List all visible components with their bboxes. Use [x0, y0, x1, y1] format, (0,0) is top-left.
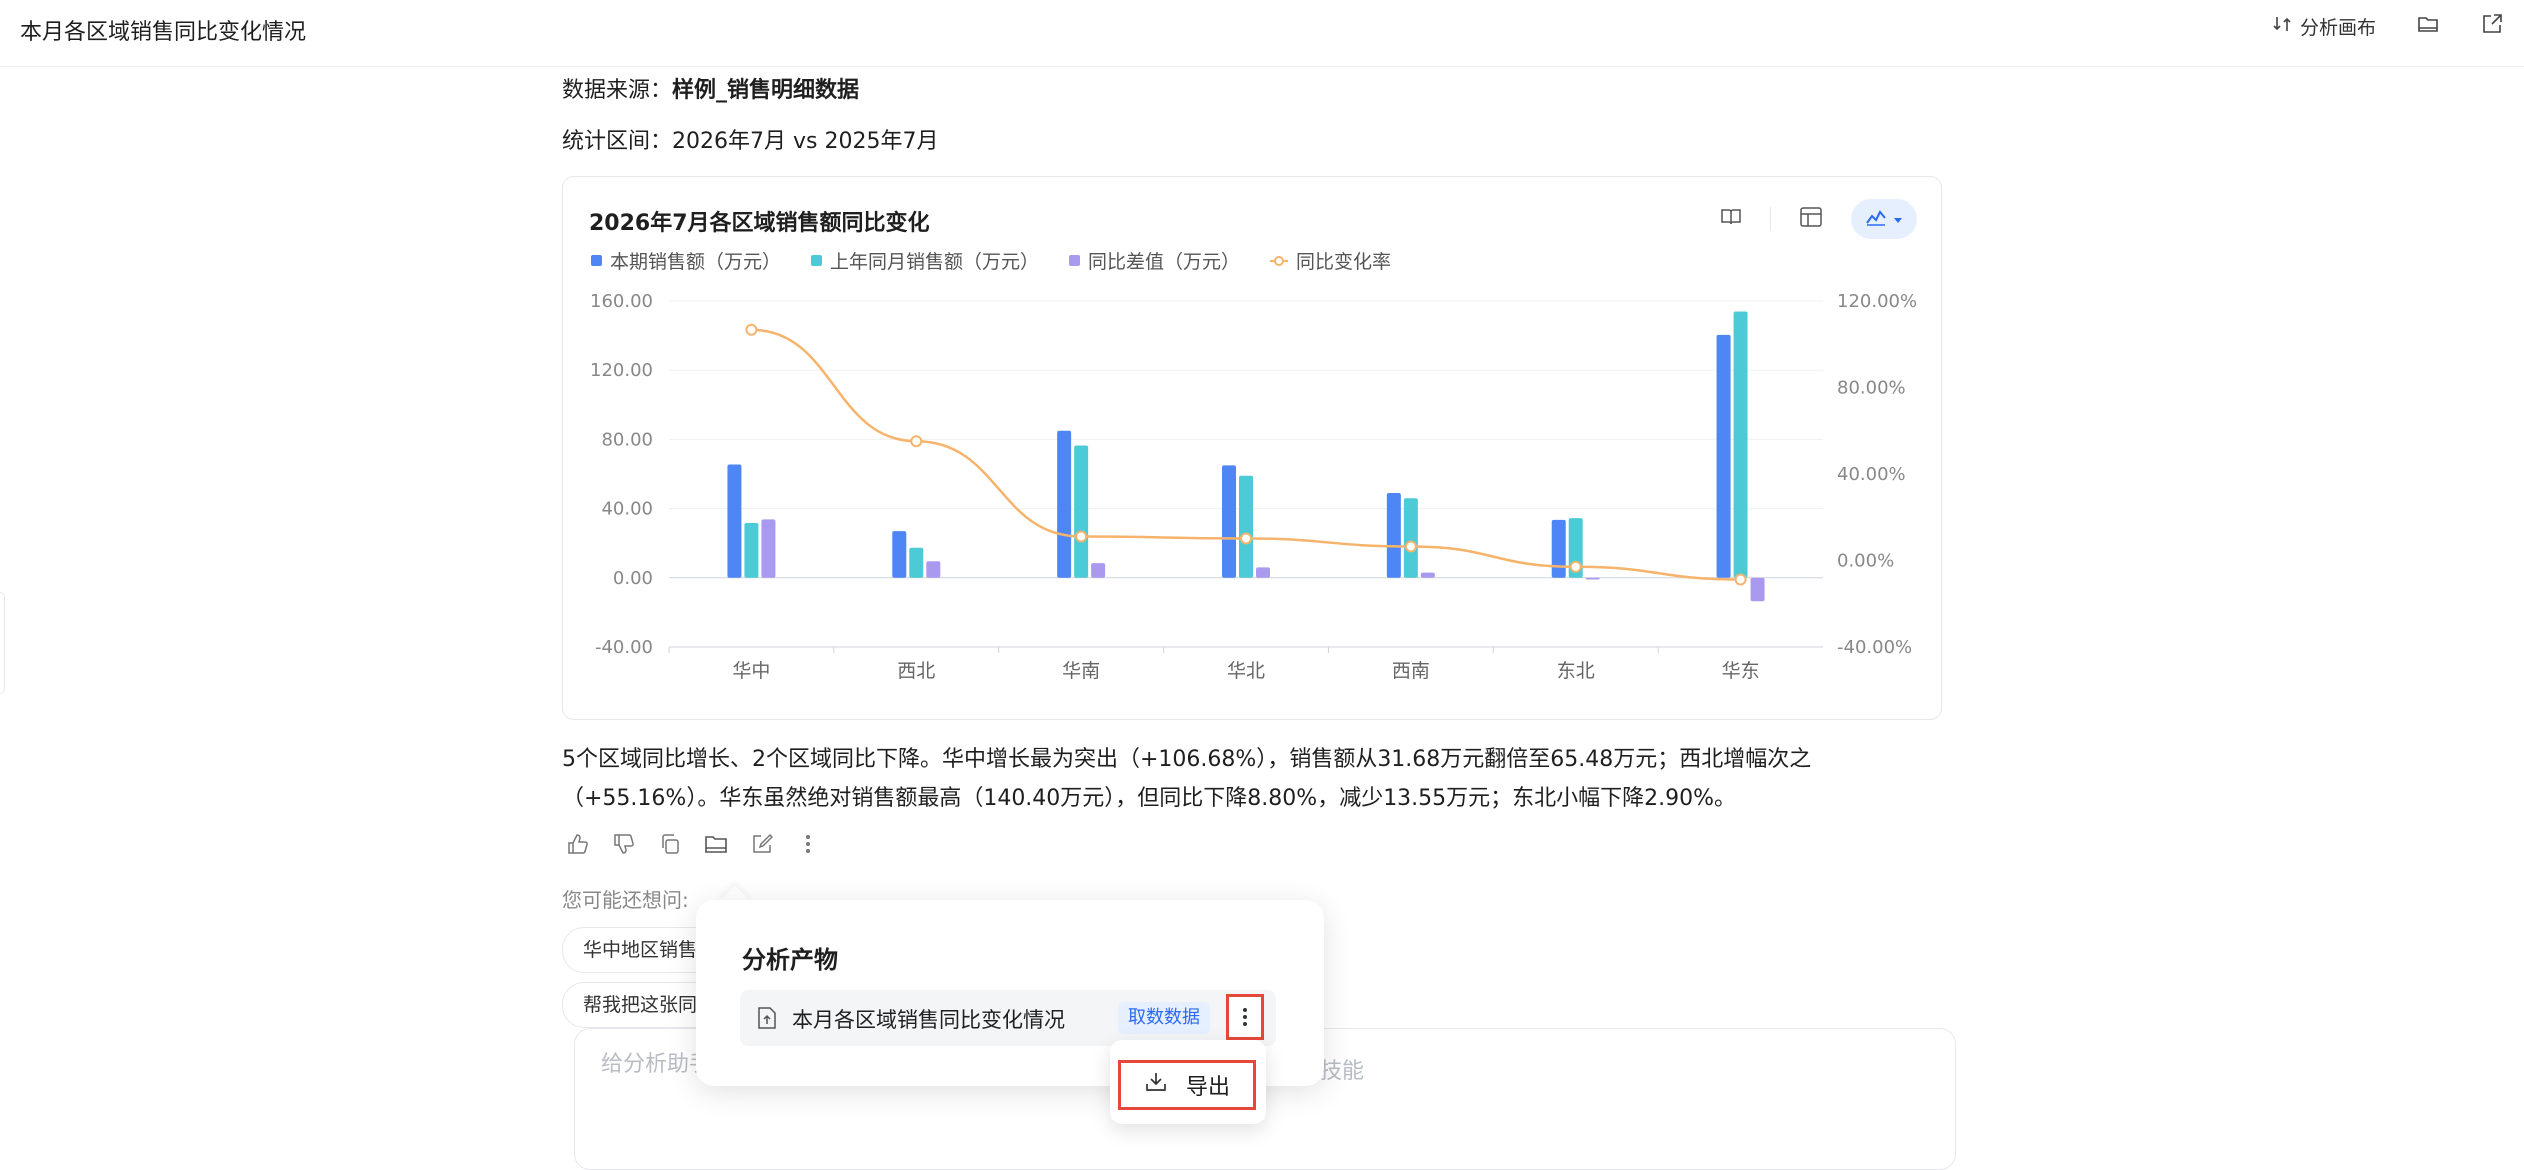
x-tick-label: 西北 — [897, 660, 935, 682]
rate-point — [1569, 560, 1582, 573]
y2-tick-label: -40.00% — [1837, 637, 1912, 658]
data-source: 数据来源：样例_销售明细数据 — [562, 78, 860, 103]
bar-current — [1386, 493, 1401, 578]
y-tick-label: -40.00 — [595, 637, 653, 658]
y2-tick-label: 120.00% — [1837, 291, 1917, 312]
suggestions-label: 您可能还想问: — [562, 888, 689, 912]
data-source-value: 样例_销售明细数据 — [672, 78, 860, 103]
bar-last-year — [744, 522, 759, 578]
edit-icon[interactable] — [750, 832, 774, 856]
analysis-canvas-button[interactable]: 分析画布 — [2272, 13, 2376, 40]
bar-last-year — [909, 547, 924, 578]
rate-point — [1404, 540, 1417, 553]
bar-last-year — [1403, 498, 1418, 578]
bar-diff — [1420, 572, 1435, 578]
artifact-tag: 取数数据 — [1118, 1002, 1210, 1034]
rate-point — [910, 435, 923, 448]
y-tick-label: 80.00 — [601, 429, 653, 450]
export-menu-item[interactable]: 导出 — [1118, 1060, 1256, 1110]
more-vertical-icon — [1243, 1008, 1247, 1026]
export-label: 导出 — [1185, 1075, 1230, 1100]
bar-diff — [1585, 577, 1600, 580]
bar-last-year — [1733, 311, 1748, 578]
artifact-name: 本月各区域销售同比变化情况 — [792, 1008, 1065, 1032]
x-tick-label: 华中 — [732, 660, 770, 682]
thumbs-down-icon[interactable] — [612, 832, 636, 856]
chart-plot: 160.00 120.00 80.00 40.00 0.00 -40.00 120.00% 8… — [590, 291, 1917, 682]
open-external-icon[interactable] — [2480, 12, 2504, 40]
y-tick-label: 160.00 — [590, 291, 653, 312]
top-bar-actions: 分析画布 — [2272, 12, 2504, 40]
bar-diff — [761, 519, 776, 578]
x-tick-label: 华北 — [1227, 660, 1265, 682]
x-tick-label: 华东 — [1722, 660, 1760, 682]
analysis-summary: 5个区域同比增长、2个区域同比下降。华中增长最为突出（+106.68%），销售额… — [562, 740, 1942, 818]
rate-point — [1240, 532, 1252, 545]
side-panel-handle[interactable] — [0, 592, 5, 694]
analysis-canvas-label: 分析画布 — [2299, 16, 2376, 39]
x-tick-label: 西南 — [1392, 660, 1430, 682]
bar-diff — [926, 561, 941, 578]
summary-line-2: （+55.16%）。华东虽然绝对销售额最高（140.40万元），但同比下降8.8… — [562, 786, 1737, 811]
rate-point — [1734, 573, 1747, 586]
input-placeholder-tail: 技能 — [1320, 1059, 1365, 1084]
top-bar: 本月各区域销售同比变化情况 分析画布 — [0, 0, 2524, 67]
bar-current — [892, 531, 907, 578]
bar-last-year — [1239, 475, 1253, 578]
x-tick-label: 华南 — [1062, 660, 1100, 682]
y2-tick-label: 40.00% — [1837, 464, 1906, 485]
summary-line-1: 5个区域同比增长、2个区域同比下降。华中增长最为突出（+106.68%），销售额… — [562, 747, 1812, 772]
bar-current — [727, 464, 742, 578]
more-vertical-icon[interactable] — [796, 832, 820, 856]
y-tick-label: 120.00 — [590, 360, 653, 381]
copy-icon[interactable] — [658, 832, 682, 856]
folder-icon[interactable] — [2416, 12, 2440, 40]
artifact-context-menu: 导出 — [1110, 1040, 1266, 1124]
bar-last-year — [1074, 445, 1089, 578]
popover-title: 分析产物 — [742, 946, 838, 974]
rate-point — [1075, 530, 1088, 543]
chart-card: 2026年7月各区域销售额同比变化 本期销售额（万元） 上年同月销售额（万元） … — [562, 176, 1942, 720]
download-icon — [1144, 1071, 1168, 1099]
x-tick-label: 东北 — [1557, 660, 1595, 682]
y2-tick-label: 80.00% — [1837, 378, 1906, 399]
page-title: 本月各区域销售同比变化情况 — [20, 20, 307, 45]
rate-point — [745, 323, 758, 336]
bar-diff — [1256, 567, 1270, 578]
bar-diff — [1091, 563, 1106, 578]
file-upload-icon — [756, 1006, 778, 1034]
swap-icon — [2272, 14, 2292, 39]
message-actions — [566, 832, 820, 856]
bar-current — [1222, 465, 1236, 578]
y2-tick-label: 0.00% — [1837, 551, 1894, 572]
artifact-item[interactable]: 本月各区域销售同比变化情况 取数数据 — [740, 990, 1276, 1046]
bar-current — [1057, 430, 1072, 578]
stat-period: 统计区间：2026年7月 vs 2025年7月 — [562, 129, 939, 154]
folder-icon[interactable] — [704, 832, 728, 856]
y-tick-label: 0.00 — [613, 568, 653, 589]
bar-current — [1716, 334, 1731, 578]
thumbs-up-icon[interactable] — [566, 832, 590, 856]
y-tick-label: 40.00 — [601, 499, 653, 520]
bar-diff — [1750, 577, 1765, 602]
bar-current — [1551, 519, 1566, 578]
artifact-more-button[interactable] — [1226, 994, 1264, 1040]
